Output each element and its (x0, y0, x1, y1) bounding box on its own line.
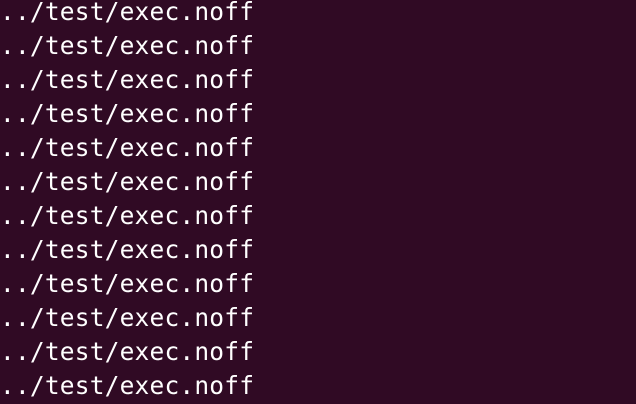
terminal-line: ../test/exec.noff (0, 99, 255, 128)
terminal-line: ../test/exec.noff (0, 371, 255, 400)
terminal-line: ../test/exec.noff (0, 337, 255, 366)
terminal-window[interactable]: ../test/exec.noff ../test/exec.noff ../t… (0, 0, 636, 404)
terminal-line: ../test/exec.noff (0, 201, 255, 230)
terminal-line: ../test/exec.noff (0, 269, 255, 298)
terminal-line: ../test/exec.noff (0, 303, 255, 332)
terminal-line: ../test/exec.noff (0, 133, 255, 162)
terminal-line: ../test/exec.noff (0, 167, 255, 196)
terminal-line: ../test/exec.noff (0, 31, 255, 60)
terminal-line: ../test/exec.noff (0, 235, 255, 264)
terminal-output: ../test/exec.noff ../test/exec.noff ../t… (0, 0, 254, 403)
terminal-line: ../test/exec.noff (0, 0, 255, 26)
terminal-line: ../test/exec.noff (0, 65, 255, 94)
